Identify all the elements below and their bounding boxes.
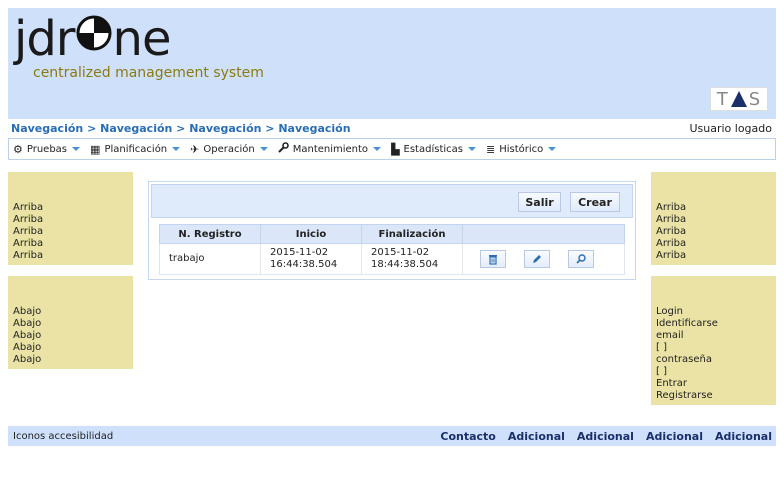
chevron-down-icon <box>259 147 268 151</box>
col-finalizacion[interactable]: Finalización <box>361 224 463 244</box>
chevron-down-icon <box>172 147 181 151</box>
col-registro[interactable]: N. Registro <box>159 224 261 244</box>
register-link[interactable]: Registrarse <box>656 390 771 402</box>
triangle-icon <box>730 91 747 107</box>
footer-link-contacto[interactable]: Contacto <box>440 430 495 443</box>
wrench-icon <box>278 142 289 156</box>
pencil-icon <box>533 255 541 263</box>
cell-inicio: 2015-11-02 16:44:38.504 <box>260 243 362 275</box>
password-label: contraseña <box>656 354 712 365</box>
left-bottom-item: Abajo <box>13 306 42 317</box>
footer-link-adicional[interactable]: Adicional <box>646 430 703 443</box>
left-bottom-item: Abajo <box>13 318 42 329</box>
email-field[interactable]: [ ] <box>656 342 771 354</box>
partner-logo-right: S <box>748 88 762 110</box>
menu-estadisticas[interactable]: ▙ Estadísticas <box>391 143 476 156</box>
left-bottom-item: Abajo <box>13 330 42 341</box>
menu-operacion[interactable]: ✈ Operación <box>190 143 268 156</box>
menu-label: Planificación <box>104 143 168 155</box>
table-header-row: N. Registro Inicio Finalización <box>159 224 625 244</box>
left-top-item: Arriba <box>13 238 44 249</box>
chevron-down-icon <box>373 147 382 151</box>
login-box: Login Identificarse email [ ] contraseña… <box>651 276 776 405</box>
cell-actions <box>462 243 625 275</box>
menu-mantenimiento[interactable]: Mantenimiento <box>278 142 382 156</box>
menu-label: Operación <box>203 143 255 155</box>
menu-label: Mantenimiento <box>292 143 369 155</box>
footer-link-adicional[interactable]: Adicional <box>508 430 565 443</box>
records-table: N. Registro Inicio Finalización trabajo … <box>159 224 625 275</box>
records-panel: Salir Crear N. Registro Inicio Finalizac… <box>148 181 636 280</box>
chart-icon: ▙ <box>391 142 400 156</box>
target-disc-icon <box>76 14 112 64</box>
accessibility-icons[interactable]: Iconos accesibilidad <box>13 431 113 442</box>
password-field[interactable]: [ ] <box>656 366 771 378</box>
chevron-down-icon <box>467 147 476 151</box>
chevron-down-icon <box>72 147 81 151</box>
table-row: trabajo 2015-11-02 16:44:38.504 2015-11-… <box>159 243 625 275</box>
chevron-down-icon <box>548 147 557 151</box>
plane-icon: ✈ <box>190 142 200 156</box>
login-heading: Login <box>656 306 683 317</box>
col-actions <box>462 224 625 244</box>
footer-link-adicional[interactable]: Adicional <box>715 430 772 443</box>
footer-links: Contacto Adicional Adicional Adicional A… <box>440 430 772 443</box>
right-top-item: Arriba <box>656 202 687 213</box>
right-top-box: Arriba Arriba Arriba Arriba Arriba <box>651 172 776 265</box>
identify-label: Identificarse <box>656 318 718 329</box>
user-status: Usuario logado <box>689 121 772 135</box>
database-icon: ≣ <box>485 142 496 156</box>
menu-historico[interactable]: ≣ Histórico <box>485 142 557 156</box>
right-top-item: Arriba <box>656 238 687 249</box>
logo-text-start: jdr <box>14 11 76 67</box>
header: jdr ne centralized management system T S <box>8 8 776 119</box>
left-top-item: Arriba <box>13 250 44 261</box>
delete-button[interactable] <box>480 250 506 268</box>
menu-label: Estadísticas <box>403 143 463 155</box>
left-top-item: Arriba <box>13 202 44 213</box>
logo-wordmark: jdr ne <box>14 14 171 64</box>
gear-icon: ⚙ <box>13 142 23 156</box>
panel-toolbar: Salir Crear <box>151 184 633 218</box>
menu-label: Pruebas <box>26 143 68 155</box>
main-menu: ⚙ Pruebas ▦ Planificación ✈ Operación Mante… <box>8 138 776 160</box>
cell-finalizacion: 2015-11-02 18:44:38.504 <box>361 243 463 275</box>
trash-icon <box>489 254 497 265</box>
left-top-item: Arriba <box>13 226 44 237</box>
right-top-item: Arriba <box>656 226 687 237</box>
left-top-box: Arriba Arriba Arriba Arriba Arriba <box>8 172 133 265</box>
left-bottom-item: Abajo <box>13 354 42 365</box>
left-bottom-box: Abajo Abajo Abajo Abajo Abajo <box>8 276 133 369</box>
footer-link-adicional[interactable]: Adicional <box>577 430 634 443</box>
logo-subtitle: centralized management system <box>33 65 264 81</box>
col-inicio[interactable]: Inicio <box>260 224 362 244</box>
calendar-icon: ▦ <box>90 142 101 156</box>
crear-button[interactable]: Crear <box>570 192 620 212</box>
breadcrumb[interactable]: Navegación > Navegación > Navegación > N… <box>11 122 351 135</box>
jdrone-logo[interactable]: jdr ne centralized management system <box>14 14 264 81</box>
right-top-item: Arriba <box>656 250 687 261</box>
magnifier-icon <box>576 254 586 264</box>
footer: Iconos accesibilidad Contacto Adicional … <box>8 426 776 446</box>
menu-planificacion[interactable]: ▦ Planificación <box>90 142 181 156</box>
left-top-item: Arriba <box>13 214 44 225</box>
menu-pruebas[interactable]: ⚙ Pruebas <box>13 142 81 156</box>
edit-button[interactable] <box>524 250 550 268</box>
right-top-item: Arriba <box>656 214 687 225</box>
cell-registro: trabajo <box>159 243 261 275</box>
salir-button[interactable]: Salir <box>518 192 561 212</box>
email-label: email <box>656 330 684 341</box>
breadcrumb-bar: Navegación > Navegación > Navegación > N… <box>8 119 776 137</box>
partner-logo-left: T <box>716 88 729 110</box>
view-button[interactable] <box>568 250 594 268</box>
login-button[interactable]: Entrar <box>656 378 771 390</box>
left-bottom-item: Abajo <box>13 342 42 353</box>
logo-text-end: ne <box>112 11 172 67</box>
tas-partner-logo: T S <box>710 87 768 111</box>
menu-label: Histórico <box>499 143 544 155</box>
